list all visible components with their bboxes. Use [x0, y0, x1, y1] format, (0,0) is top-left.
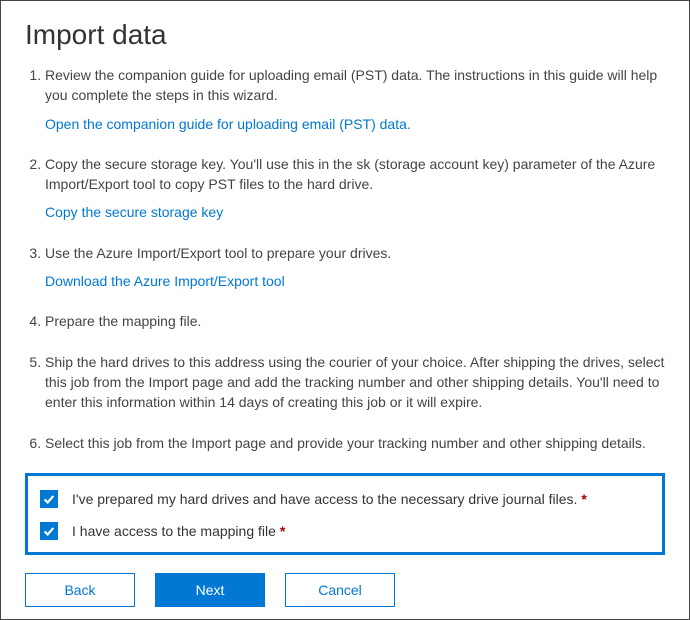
page-title: Import data: [25, 19, 665, 51]
step-1: Review the companion guide for uploading…: [45, 65, 665, 134]
step-text: Use the Azure Import/Export tool to prep…: [45, 245, 391, 261]
next-button[interactable]: Next: [155, 573, 265, 607]
confirm-label: I've prepared my hard drives and have ac…: [72, 491, 577, 507]
link-companion-guide[interactable]: Open the companion guide for uploading e…: [45, 114, 665, 134]
step-2: Copy the secure storage key. You'll use …: [45, 154, 665, 223]
confirm-label: I have access to the mapping file: [72, 523, 276, 539]
step-6: Select this job from the Import page and…: [45, 433, 665, 453]
check-icon: [42, 524, 56, 538]
step-text: Review the companion guide for uploading…: [45, 67, 657, 103]
confirmation-box: I've prepared my hard drives and have ac…: [25, 473, 665, 555]
cancel-button[interactable]: Cancel: [285, 573, 395, 607]
step-4: Prepare the mapping file.: [45, 311, 665, 331]
step-5: Ship the hard drives to this address usi…: [45, 352, 665, 413]
link-download-tool[interactable]: Download the Azure Import/Export tool: [45, 271, 665, 291]
step-text: Copy the secure storage key. You'll use …: [45, 156, 655, 192]
confirm-row-drives: I've prepared my hard drives and have ac…: [40, 490, 650, 508]
checkbox-drives-prepared[interactable]: [40, 490, 58, 508]
check-icon: [42, 492, 56, 506]
step-text: Select this job from the Import page and…: [45, 435, 646, 451]
step-3: Use the Azure Import/Export tool to prep…: [45, 243, 665, 292]
back-button[interactable]: Back: [25, 573, 135, 607]
steps-list: Review the companion guide for uploading…: [25, 65, 665, 453]
confirm-row-mapping: I have access to the mapping file *: [40, 522, 650, 540]
step-text: Ship the hard drives to this address usi…: [45, 354, 664, 411]
link-copy-storage-key[interactable]: Copy the secure storage key: [45, 202, 665, 222]
step-text: Prepare the mapping file.: [45, 313, 201, 329]
button-row: Back Next Cancel: [25, 573, 665, 607]
checkbox-mapping-file[interactable]: [40, 522, 58, 540]
required-asterisk: *: [581, 491, 586, 507]
required-asterisk: *: [280, 523, 285, 539]
